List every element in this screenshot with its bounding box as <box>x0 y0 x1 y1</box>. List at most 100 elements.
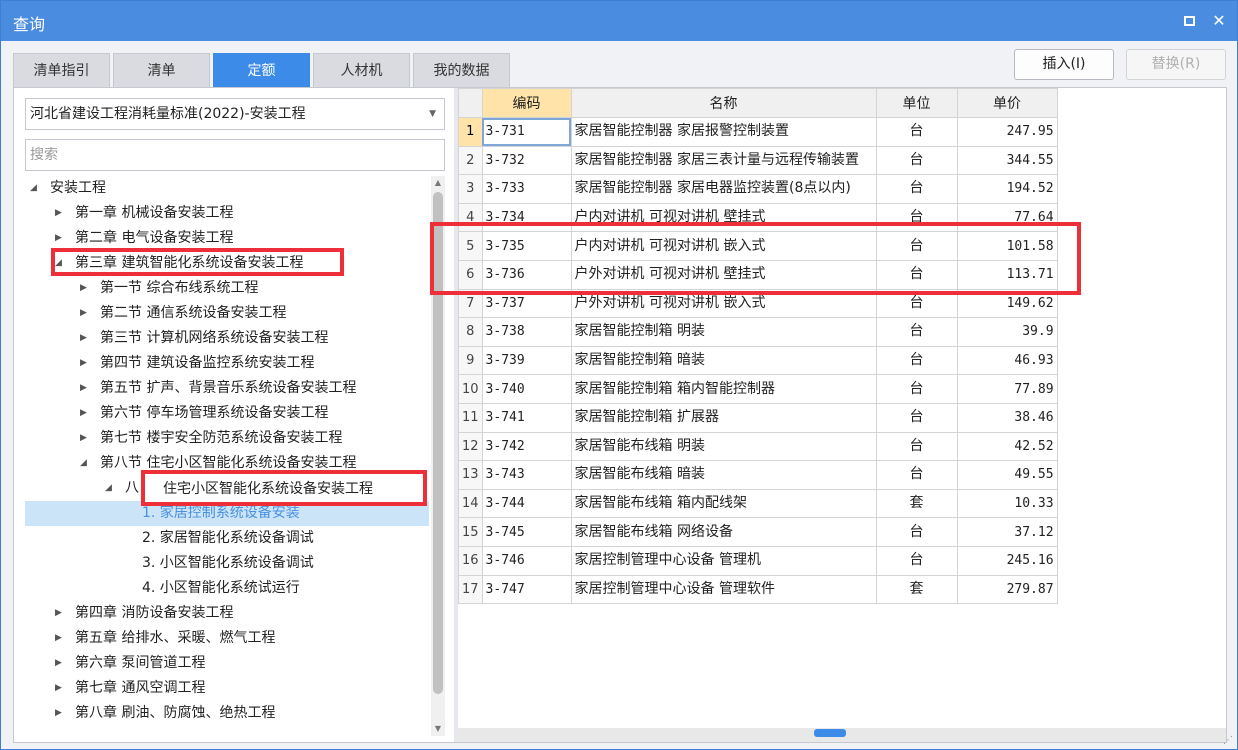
library-select[interactable]: 河北省建设工程消耗量标准(2022)-安装工程 ▼ <box>25 98 445 130</box>
cell-unit[interactable]: 台 <box>875 374 958 404</box>
row-number[interactable]: 2 <box>458 145 483 176</box>
maximize-button[interactable] <box>1177 9 1201 33</box>
row-number[interactable]: 17 <box>458 574 483 605</box>
cell-unit[interactable]: 套 <box>875 574 958 605</box>
triangle-right-icon[interactable]: ▶ <box>80 301 87 326</box>
tree-node[interactable]: ▶ 第七章 通风空调工程 <box>25 676 429 701</box>
tab-0[interactable]: 清单指引 <box>13 53 110 87</box>
header-name[interactable]: 名称 <box>570 88 877 118</box>
cell-name[interactable]: 家居智能控制箱 暗装 <box>570 345 877 376</box>
table-row[interactable]: 14 3-744 家居智能布线箱 箱内配线架套 10.33 <box>458 488 1058 519</box>
tree-node[interactable]: 3. 小区智能化系统设备调试 <box>25 551 429 576</box>
triangle-right-icon[interactable]: ▶ <box>55 676 62 701</box>
cell-code[interactable]: 3-744 <box>481 488 572 519</box>
cell-unit[interactable]: 台 <box>875 288 958 319</box>
row-number[interactable]: 11 <box>458 402 483 433</box>
triangle-right-icon[interactable]: ▶ <box>80 276 87 301</box>
tab-2[interactable]: 定额 <box>213 53 310 87</box>
cell-name[interactable]: 家居智能控制器 家居报警控制装置 <box>570 117 877 147</box>
tree-node[interactable]: ◢ 第三章 建筑智能化系统设备安装工程 <box>25 251 429 276</box>
triangle-right-icon[interactable]: ▶ <box>55 201 62 226</box>
tab-4[interactable]: 我的数据 <box>413 53 510 87</box>
cell-price[interactable]: 279.87 <box>956 574 1058 605</box>
scroll-up-icon[interactable]: ▲ <box>431 176 445 190</box>
cell-code[interactable]: 3-747 <box>481 574 572 605</box>
table-row[interactable]: 6 3-736 户外对讲机 可视对讲机 壁挂式台 113.71 <box>458 259 1058 290</box>
triangle-right-icon[interactable]: ▶ <box>80 351 87 376</box>
triangle-down-icon[interactable]: ◢ <box>55 251 62 276</box>
table-row[interactable]: 2 3-732 家居智能控制器 家居三表计量与远程传输装置台 344.55 <box>458 145 1058 176</box>
cell-price[interactable]: 113.71 <box>956 259 1058 290</box>
search-input[interactable]: 搜索 <box>25 139 445 171</box>
tree-node[interactable]: 1. 家居控制系统设备安装 <box>25 501 429 526</box>
cell-name[interactable]: 户外对讲机 可视对讲机 嵌入式 <box>570 288 877 319</box>
table-row[interactable]: 9 3-739 家居智能控制箱 暗装台 46.93 <box>458 345 1058 376</box>
cell-code[interactable]: 3-731 <box>481 117 572 147</box>
cell-price[interactable]: 344.55 <box>956 145 1058 176</box>
scroll-down-icon[interactable]: ▼ <box>431 722 445 736</box>
resize-grip-icon[interactable]: ⋰ <box>1223 735 1233 746</box>
tab-1[interactable]: 清单 <box>113 53 210 87</box>
cell-name[interactable]: 家居智能布线箱 箱内配线架 <box>570 488 877 519</box>
cell-name[interactable]: 户外对讲机 可视对讲机 壁挂式 <box>570 259 877 290</box>
table-row[interactable]: 4 3-734 户内对讲机 可视对讲机 壁挂式台 77.64 <box>458 202 1058 233</box>
replace-button[interactable]: 替换(R) <box>1126 49 1226 80</box>
tree-node[interactable]: 2. 家居智能化系统设备调试 <box>25 526 429 551</box>
cell-price[interactable]: 10.33 <box>956 488 1058 519</box>
row-number[interactable]: 7 <box>458 288 483 319</box>
cell-name[interactable]: 家居控制管理中心设备 管理机 <box>570 545 877 576</box>
cell-name[interactable]: 家居智能布线箱 网络设备 <box>570 517 877 547</box>
header-price[interactable]: 单价 <box>956 88 1058 118</box>
row-number[interactable]: 13 <box>458 460 483 490</box>
cell-price[interactable]: 42.52 <box>956 431 1058 462</box>
tree-node[interactable]: ▶ 第一章 机械设备安装工程 <box>25 201 429 226</box>
cell-unit[interactable]: 台 <box>875 202 958 233</box>
cell-code[interactable]: 3-732 <box>481 145 572 176</box>
row-number[interactable]: 4 <box>458 202 483 233</box>
table-row[interactable]: 5 3-735 户内对讲机 可视对讲机 嵌入式台 101.58 <box>458 231 1058 261</box>
cell-code[interactable]: 3-733 <box>481 174 572 204</box>
cell-price[interactable]: 37.12 <box>956 517 1058 547</box>
cell-price[interactable]: 77.89 <box>956 374 1058 404</box>
tree-node[interactable]: ▶ 第一节 综合布线系统工程 <box>25 276 429 301</box>
cell-unit[interactable]: 台 <box>875 117 958 147</box>
cell-name[interactable]: 家居控制管理中心设备 管理软件 <box>570 574 877 605</box>
table-hscrollbar[interactable] <box>458 728 1226 742</box>
cell-unit[interactable]: 套 <box>875 488 958 519</box>
triangle-right-icon[interactable]: ▶ <box>55 651 62 676</box>
tree-scrollbar[interactable]: ▲ ▼ <box>431 176 445 736</box>
cell-name[interactable]: 家居智能控制器 家居三表计量与远程传输装置 <box>570 145 877 176</box>
row-number[interactable]: 3 <box>458 174 483 204</box>
cell-code[interactable]: 3-738 <box>481 317 572 347</box>
cell-name[interactable]: 家居智能控制器 家居电器监控装置(8点以内) <box>570 174 877 204</box>
cell-price[interactable]: 77.64 <box>956 202 1058 233</box>
tree-node[interactable]: ◢ 八 <box>25 476 429 501</box>
cell-code[interactable]: 3-745 <box>481 517 572 547</box>
triangle-down-icon[interactable]: ◢ <box>105 476 112 501</box>
cell-price[interactable]: 149.62 <box>956 288 1058 319</box>
table-row[interactable]: 1 3-731 家居智能控制器 家居报警控制装置台 247.95 <box>458 117 1058 147</box>
cell-price[interactable]: 101.58 <box>956 231 1058 261</box>
cell-name[interactable]: 家居智能布线箱 暗装 <box>570 460 877 490</box>
cell-price[interactable]: 245.16 <box>956 545 1058 576</box>
tree-node[interactable]: ▶ 第五章 给排水、采暖、燃气工程 <box>25 626 429 651</box>
tree-node[interactable]: ▶ 第五节 扩声、背景音乐系统设备安装工程 <box>25 376 429 401</box>
cell-code[interactable]: 3-743 <box>481 460 572 490</box>
table-row[interactable]: 13 3-743 家居智能布线箱 暗装台 49.55 <box>458 460 1058 490</box>
cell-unit[interactable]: 台 <box>875 231 958 261</box>
cell-name[interactable]: 家居智能布线箱 明装 <box>570 431 877 462</box>
triangle-down-icon[interactable]: ◢ <box>80 451 87 476</box>
table-row[interactable]: 17 3-747 家居控制管理中心设备 管理软件套 279.87 <box>458 574 1058 605</box>
cell-unit[interactable]: 台 <box>875 402 958 433</box>
table-row[interactable]: 10 3-740 家居智能控制箱 箱内智能控制器台 77.89 <box>458 374 1058 404</box>
triangle-right-icon[interactable]: ▶ <box>80 326 87 351</box>
tree-node[interactable]: ◢ 第八节 住宅小区智能化系统设备安装工程 <box>25 451 429 476</box>
cell-price[interactable]: 247.95 <box>956 117 1058 147</box>
cell-unit[interactable]: 台 <box>875 517 958 547</box>
cell-name[interactable]: 户内对讲机 可视对讲机 壁挂式 <box>570 202 877 233</box>
close-button[interactable]: ✕ <box>1207 9 1231 33</box>
cell-unit[interactable]: 台 <box>875 545 958 576</box>
scroll-handle[interactable] <box>814 729 846 737</box>
cell-unit[interactable]: 台 <box>875 460 958 490</box>
table-row[interactable]: 16 3-746 家居控制管理中心设备 管理机台 245.16 <box>458 545 1058 576</box>
